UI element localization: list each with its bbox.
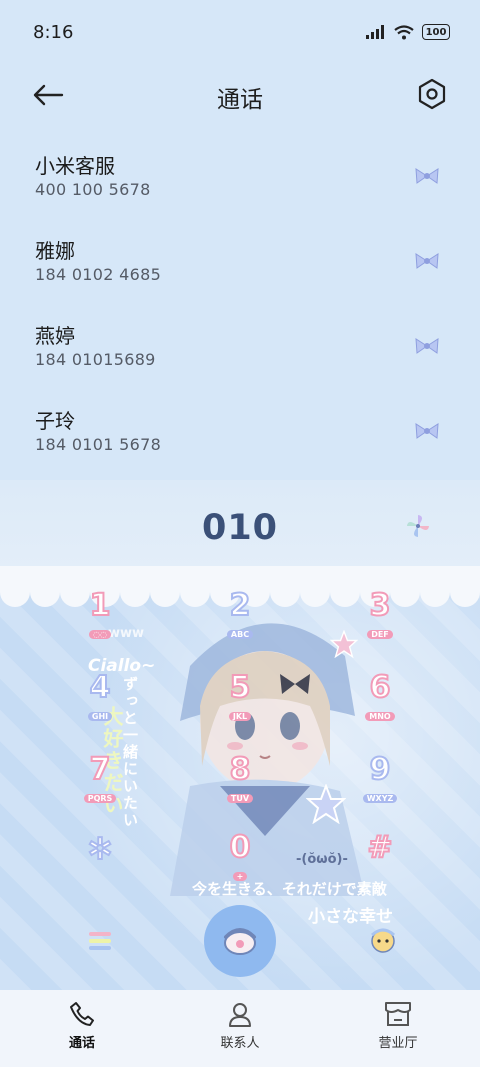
phone-call-icon [224,928,256,955]
key-digit: 8 [229,752,252,787]
status-time: 8:16 [33,22,74,43]
key-digit: 0 [229,830,252,865]
tab-store[interactable]: 营业厅 [348,1000,448,1051]
bow-icon [415,423,439,439]
menu-icon[interactable] [88,929,112,953]
bow-icon [415,168,439,184]
contact-name: 雅娜 [35,239,75,263]
key-letters: MNO [365,712,395,721]
key-2[interactable]: 2 ABC [210,588,270,641]
asterisk-glyph: ✲ [86,832,113,867]
key-6[interactable]: 6 MNO [350,670,410,723]
list-item[interactable]: 雅娜 184 0102 4685 [0,223,480,308]
tab-calls[interactable]: 通话 [32,1000,132,1051]
status-bar: 8:16 100 [0,0,480,64]
tab-label: 营业厅 [378,1036,418,1051]
key-8[interactable]: 8 TUV [210,752,270,805]
face-text: -(ŏωŏ)- [296,852,348,867]
pinwheel-icon[interactable] [404,512,432,540]
key-4[interactable]: 4 GHI [70,670,130,723]
contacts-icon [229,1003,251,1027]
key-letters: WXYZ [362,794,398,803]
key-letters: ◌◌ [89,630,111,639]
key-letters: DEF [367,630,393,639]
battery-indicator: 100 [422,24,450,40]
key-hash[interactable]: # [350,830,410,865]
tab-contacts[interactable]: 联系人 [190,1000,290,1051]
key-letters: TUV [226,794,254,803]
list-item[interactable]: 子玲 184 0101 5678 [0,393,480,478]
contact-name: 燕婷 [35,324,75,348]
key-letters: ABC [226,630,254,639]
list-item[interactable]: 燕婷 184 01015689 [0,308,480,393]
key-9[interactable]: 9 WXYZ [350,752,410,805]
settings-hexagon-icon[interactable] [417,78,447,110]
key-digit: 6 [369,670,392,705]
key-1[interactable]: 1 ◌◌ [70,588,130,641]
status-icons: 100 [366,24,450,40]
contact-name: 子玲 [35,409,75,433]
key-letters: PQRS [83,794,117,803]
key-digit: 1 [89,588,112,623]
wifi-icon [394,24,414,39]
key-digit: 3 [369,588,392,623]
key-digit: 7 [89,752,112,787]
contact-number: 184 0102 4685 [35,265,162,284]
bow-icon [415,253,439,269]
recent-calls-list: 小米客服 400 100 5678 雅娜 184 0102 4685 燕婷 18… [0,138,480,478]
contact-number: 184 0101 5678 [35,435,162,454]
key-letters: + [232,872,248,881]
page-title: 通话 [217,87,263,113]
call-button[interactable] [204,905,276,977]
bottom-navigation: 通话 联系人 营业厅 [0,990,480,1067]
contact-number: 184 01015689 [35,350,156,369]
header: 通话 [0,70,480,120]
list-item[interactable]: 小米客服 400 100 5678 [0,138,480,223]
phone-icon [70,1002,94,1026]
star-decoration [306,784,346,824]
character-face-icon[interactable] [368,925,398,955]
key-letters: GHI [87,712,113,721]
contact-name: 小米客服 [35,154,115,178]
key-7[interactable]: 7 PQRS [70,752,130,805]
key-digit: 9 [369,752,392,787]
tab-label: 通话 [68,1036,95,1051]
bow-icon [415,338,439,354]
key-0[interactable]: 0 + [210,830,270,883]
key-digit: 4 [89,670,112,705]
tab-label: 联系人 [220,1036,260,1051]
dial-input-area: 010 [0,480,480,576]
key-letters: JKL [228,712,252,721]
signal-icon [366,25,384,39]
store-icon [385,1002,411,1026]
key-star[interactable]: ✲ [70,832,130,867]
key-5[interactable]: 5 JKL [210,670,270,723]
dialer-actions [0,905,480,985]
contact-number: 400 100 5678 [35,180,151,199]
key-3[interactable]: 3 DEF [350,588,410,641]
key-digit: 2 [229,588,252,623]
key-digit: # [366,830,393,865]
key-digit: 5 [229,670,252,705]
